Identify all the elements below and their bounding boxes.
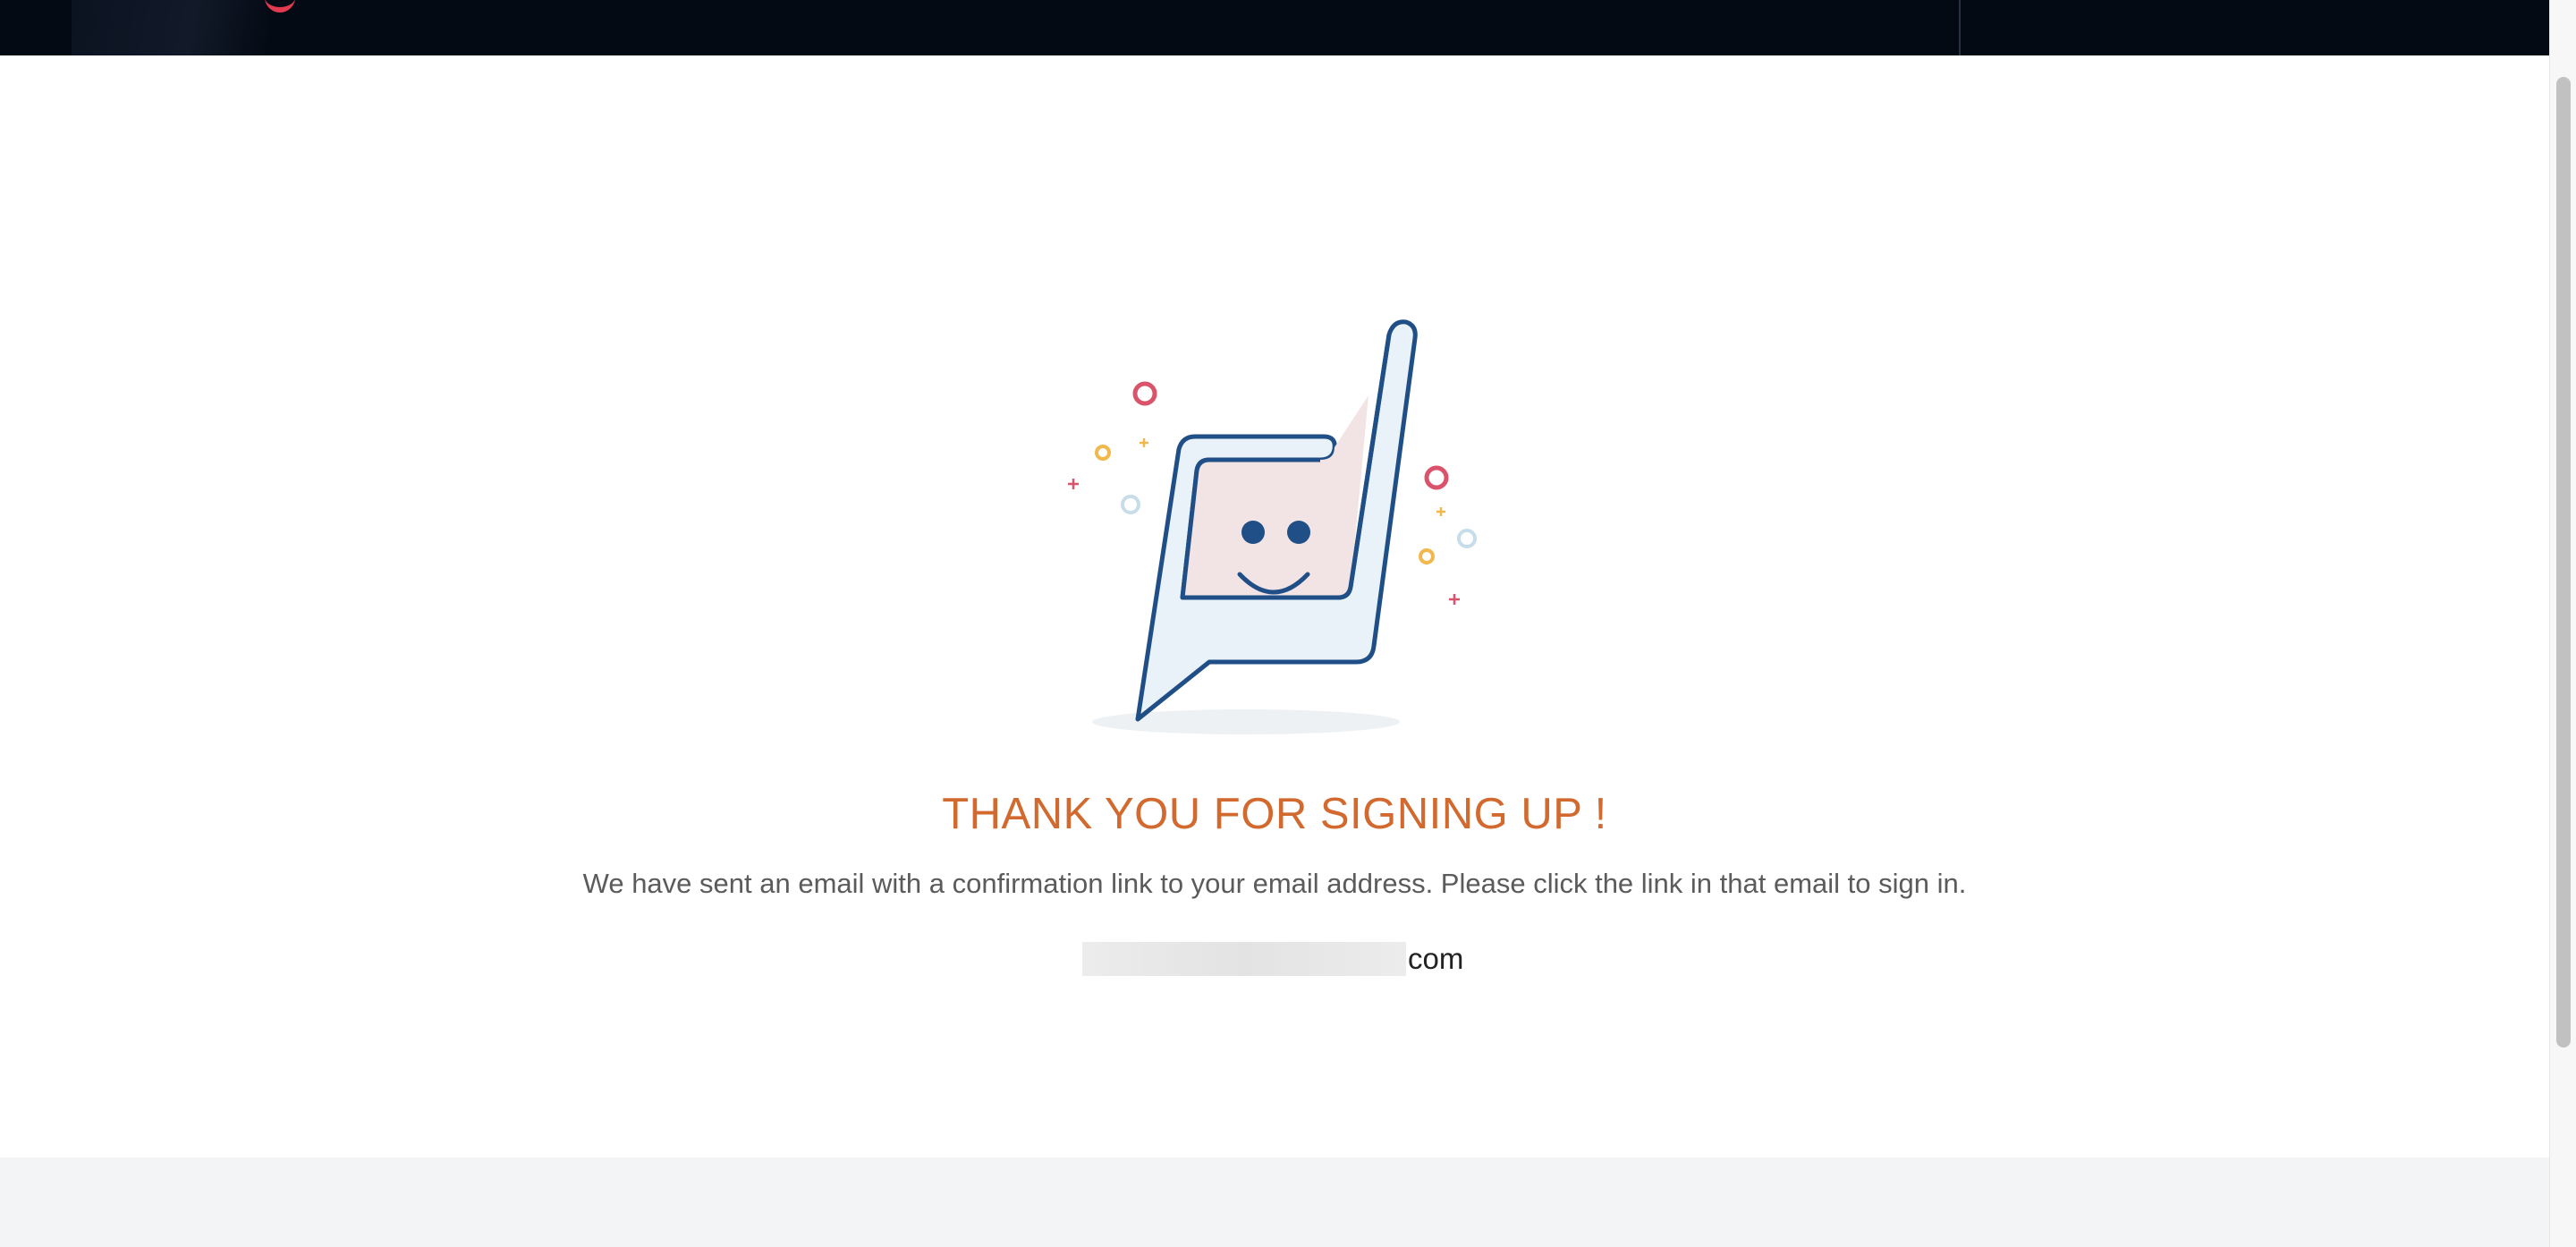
thank-you-heading: THANK YOU FOR SIGNING UP ! <box>942 790 1607 838</box>
banner-divider <box>1959 0 1961 55</box>
signup-confirmation-page: THANK YOU FOR SIGNING UP ! We have sent … <box>0 0 2576 1247</box>
brand-logo-fragment <box>265 0 295 13</box>
top-banner <box>0 0 2549 55</box>
page-footer <box>0 1158 2549 1247</box>
banner-highlight <box>72 0 268 55</box>
confirmation-content: THANK YOU FOR SIGNING UP ! We have sent … <box>0 55 2549 1158</box>
email-domain-suffix: com <box>1408 942 1464 975</box>
vertical-scrollbar[interactable] <box>2549 0 2576 1247</box>
redacted-email-mask <box>1082 942 1406 976</box>
smiling-chat-bubble-icon <box>1055 270 1503 744</box>
scrollbar-thumb[interactable] <box>2556 77 2571 1048</box>
confirmation-message: We have sent an email with a confirmatio… <box>582 868 1967 899</box>
email-address: com <box>1082 941 1463 977</box>
